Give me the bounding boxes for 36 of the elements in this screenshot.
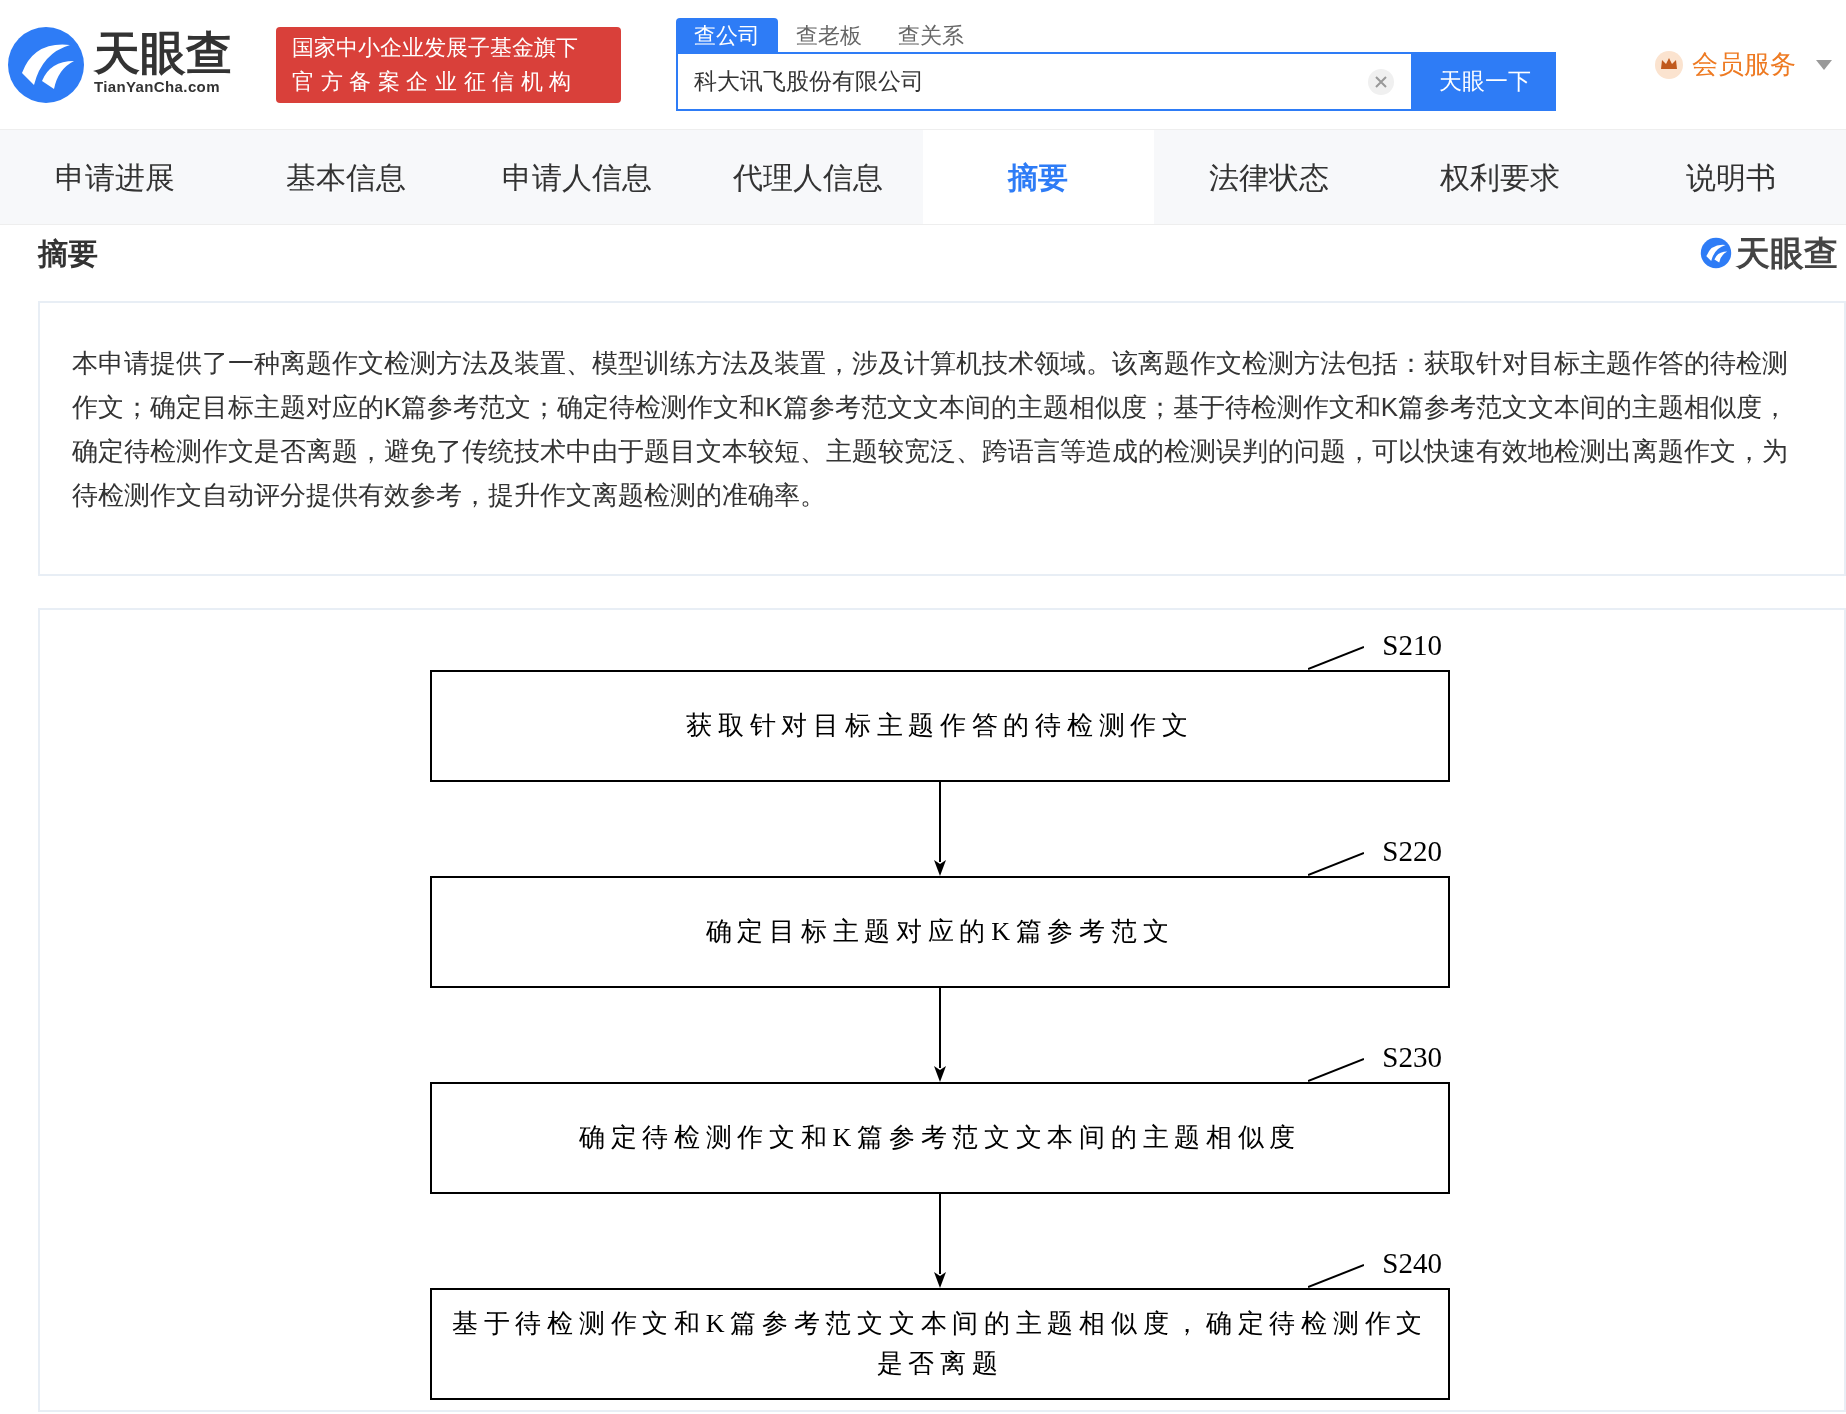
- tab[interactable]: 代理人信息: [692, 130, 923, 224]
- abstract-text: 本申请提供了一种离题作文检测方法及装置、模型训练方法及装置，涉及计算机技术领域。该离题作文检测方法包括：获取针对目标主题作答的待检测作文；确定目标主题对应的K篇参考范文；确定待检测作文和K篇参考范文文本间的主题相似度；基于待检测作文和K篇参考范文文本间的主题相似度，确定待检测作文是否离题，避免了传统技术中由于题目文本较短、主题较宽泛、跨语言等造成的检测误判的问题，可以快速有效地检测出离题作文，为待检测作文自动评分提供有效参考，提升作文离题检测的准确率。: [72, 347, 1790, 512]
- leader-line: [1308, 1058, 1364, 1082]
- tab[interactable]: 说明书: [1615, 130, 1846, 224]
- certification-badge: 国家中小企业发展子基金旗下 官方备案企业征信机构: [276, 26, 621, 103]
- logo-icon: [6, 24, 86, 105]
- process-box: 基于待检测作文和K篇参考范文文本间的主题相似度，确定待检测作文是否离题: [430, 1288, 1450, 1400]
- step-label: S230: [1382, 1040, 1442, 1075]
- leader-line: [1308, 646, 1364, 670]
- tab[interactable]: 摘要: [923, 130, 1154, 224]
- search-tab[interactable]: 查关系: [880, 18, 982, 52]
- step-label: S220: [1382, 834, 1442, 869]
- search-button[interactable]: 天眼一下: [1413, 52, 1556, 111]
- process-box: 确定目标主题对应的K篇参考范文: [430, 876, 1450, 988]
- tab[interactable]: 申请人信息: [461, 130, 693, 224]
- process-box: 确定待检测作文和K篇参考范文文本间的主题相似度: [430, 1082, 1450, 1194]
- logo-icon: [1700, 237, 1732, 269]
- step-label: S240: [1382, 1246, 1442, 1281]
- logo-domain: TianYanCha.com: [94, 77, 221, 98]
- tab[interactable]: 申请进展: [0, 130, 231, 224]
- logo-text: 天眼查: [1736, 232, 1838, 274]
- process-box: 获取针对目标主题作答的待检测作文: [430, 670, 1450, 782]
- clear-icon[interactable]: [1367, 67, 1395, 96]
- tab[interactable]: 基本信息: [230, 130, 462, 224]
- caret-icon[interactable]: [1816, 59, 1832, 70]
- tab[interactable]: 权利要求: [1384, 130, 1616, 224]
- leader-line: [1308, 1264, 1364, 1288]
- search-field[interactable]: 科大讯飞股份有限公司: [676, 52, 1413, 111]
- tab[interactable]: 法律状态: [1153, 130, 1385, 224]
- logo-text: 天眼查: [94, 30, 232, 77]
- search-tab[interactable]: 查公司: [676, 18, 778, 52]
- section-title: 摘要: [38, 235, 98, 272]
- leader-line: [1308, 852, 1364, 876]
- search-tab[interactable]: 查老板: [778, 18, 880, 52]
- step-label: S210: [1382, 628, 1442, 663]
- crown-icon: [1654, 49, 1684, 80]
